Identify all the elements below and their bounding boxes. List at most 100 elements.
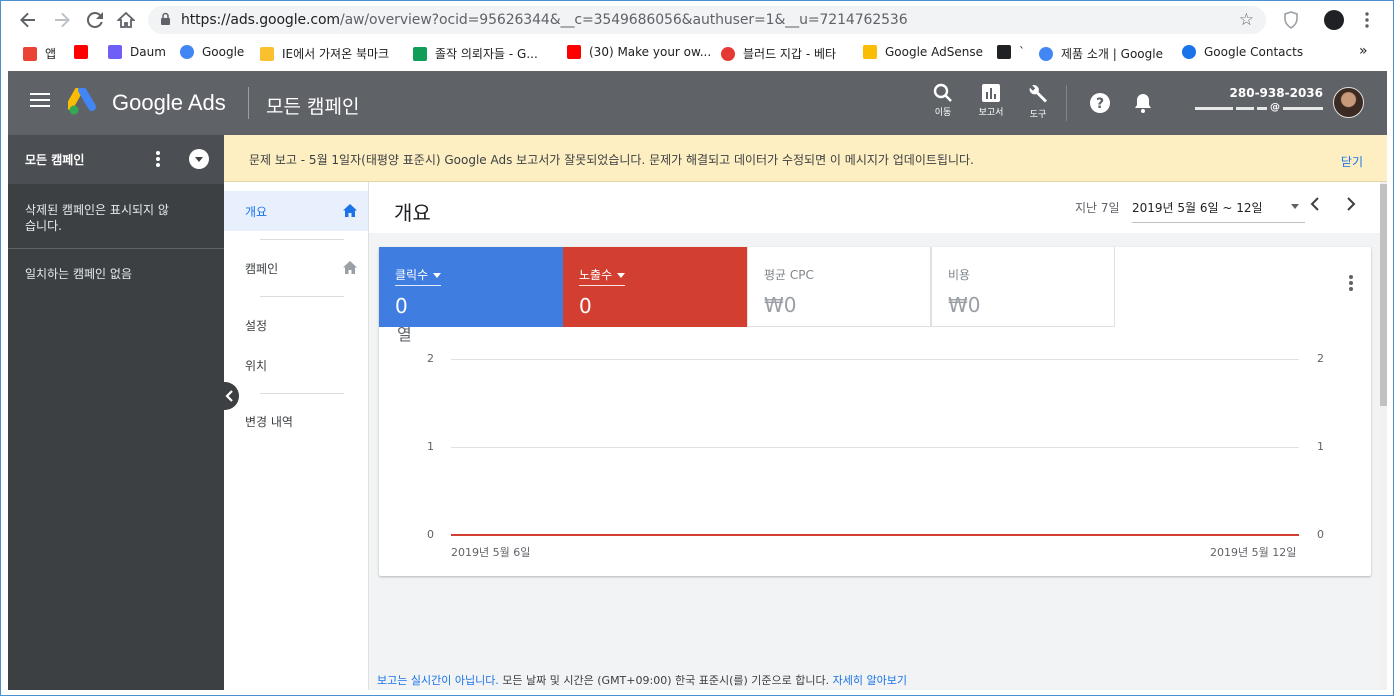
chevron-left-icon[interactable] xyxy=(1310,197,1320,211)
bookmark-item[interactable]: Google xyxy=(180,45,244,59)
metric-tile-clicks[interactable]: 클릭수 0 xyxy=(379,247,563,327)
address-bar-row: https://ads.google.com/aw/overview?ocid=… xyxy=(1,1,1393,38)
navigate-search-button[interactable]: 이동 xyxy=(923,83,963,118)
tool-label-tools: 도구 xyxy=(1029,110,1047,120)
y-tick-right: 1 xyxy=(1317,440,1324,453)
bookmark-label: IE에서 가져온 북마크 xyxy=(282,47,390,61)
url-path: /aw/overview?ocid=95626344&__c=354968605… xyxy=(339,12,908,28)
metric-value: ₩0 xyxy=(948,293,981,317)
reports-button[interactable]: 보고서 xyxy=(971,83,1011,118)
bookmark-item[interactable]: 앱 xyxy=(23,45,56,62)
home-button[interactable] xyxy=(115,9,137,31)
series-line-impressions xyxy=(451,534,1299,536)
nav-item-change-history[interactable]: 변경 내역 xyxy=(224,401,368,441)
hamburger-menu-icon[interactable] xyxy=(30,93,50,111)
bookmark-label: 졸작 의뢰자들 - G... xyxy=(435,47,538,61)
metric-label[interactable]: 클릭수 xyxy=(395,266,442,286)
scrollbar-thumb[interactable] xyxy=(1380,184,1387,406)
nav-item-settings[interactable]: 설정 xyxy=(224,305,368,345)
performance-card: 열 0 1 2 0 1 2 2019년 5월 6일 2019년 5월 12일 클릭수 0 노출… xyxy=(379,247,1371,576)
help-icon[interactable]: ? xyxy=(1089,92,1111,114)
bookmark-label: (30) Make your ow... xyxy=(589,45,712,59)
nav-divider xyxy=(260,296,344,297)
bookmark-item[interactable]: 제품 소개 | Google xyxy=(1039,45,1163,62)
bookmark-item[interactable]: IE에서 가져온 북마크 xyxy=(260,45,389,62)
browser-window: https://ads.google.com/aw/overview?ocid=… xyxy=(0,0,1394,696)
omnibox[interactable]: https://ads.google.com/aw/overview?ocid=… xyxy=(148,6,1266,34)
window-edge-right xyxy=(1387,71,1393,695)
gridline xyxy=(451,447,1299,448)
page-nav: 개요 캠페인 설정 위치 변경 내역 xyxy=(224,182,369,690)
banner-close-link[interactable]: 닫기 xyxy=(1341,153,1363,170)
bookmark-item[interactable] xyxy=(74,45,96,59)
bookmark-item[interactable]: (30) Make your ow... xyxy=(567,45,711,59)
profile-button[interactable] xyxy=(1323,9,1345,31)
reports-icon xyxy=(982,84,1000,102)
header-divider-2 xyxy=(1066,85,1067,121)
extension-shield-button[interactable] xyxy=(1280,9,1302,31)
nav-item-locations[interactable]: 위치 xyxy=(224,345,368,385)
nav-item-overview[interactable]: 개요 xyxy=(224,191,368,231)
metric-tile-avg-cpc[interactable]: 평균 CPC ₩0 xyxy=(747,247,931,327)
y-tick-right: 2 xyxy=(1317,352,1324,365)
metric-value: ₩0 xyxy=(764,293,797,317)
bookmark-label: Google Contacts xyxy=(1204,45,1304,59)
youtube-icon xyxy=(74,45,88,59)
metric-label: 비용 xyxy=(948,268,971,282)
metric-tile-impressions[interactable]: 노출수 0 xyxy=(563,247,747,327)
tool-label-reports: 보고서 xyxy=(978,108,1004,118)
back-button[interactable] xyxy=(17,9,39,31)
bookmark-label: 앱 xyxy=(45,47,57,61)
tool-label-navigate: 이동 xyxy=(934,108,952,118)
bookmark-item[interactable]: Google Contacts xyxy=(1182,45,1303,59)
home-icon xyxy=(343,204,357,217)
metric-label-text: 노출수 xyxy=(579,268,613,282)
realtime-note-link[interactable]: 보고는 실시간이 아닙니다. xyxy=(377,674,499,687)
avatar[interactable] xyxy=(1333,87,1364,118)
notifications-bell-icon[interactable] xyxy=(1133,92,1153,114)
y-tick-left: 0 xyxy=(427,528,434,541)
chevron-right-icon[interactable] xyxy=(1346,197,1356,211)
nav-item-label: 변경 내역 xyxy=(245,414,293,429)
bookmark-item[interactable]: 블러드 지갑 - 베타 xyxy=(721,45,836,62)
bookmark-item[interactable]: 졸작 의뢰자들 - G... xyxy=(413,45,538,62)
gridline xyxy=(451,359,1299,360)
google-icon xyxy=(180,45,194,59)
lock-icon xyxy=(161,12,170,25)
account-email-masked: @ xyxy=(1168,103,1323,113)
report-footer-note: 보고는 실시간이 아닙니다. 모든 날짜 및 시간은 (GMT+09:00) 한… xyxy=(377,672,907,688)
panel-divider xyxy=(8,248,224,249)
y-tick-left: 1 xyxy=(427,440,434,453)
brand-name: Google Ads xyxy=(112,90,226,115)
bookmark-item[interactable]: Google AdSense xyxy=(863,45,983,59)
home-icon xyxy=(343,261,357,274)
bookmark-item[interactable]: Daum xyxy=(108,45,166,59)
account-info[interactable]: 280-938-2036 @ xyxy=(1168,86,1323,113)
bookmark-star-icon[interactable]: ☆ xyxy=(1239,10,1254,30)
home-outline-icon xyxy=(117,11,135,28)
dots-icon xyxy=(997,45,1011,59)
forward-button[interactable] xyxy=(51,9,73,31)
scrollbar[interactable] xyxy=(1380,182,1387,690)
tools-button[interactable]: 도구 xyxy=(1018,83,1058,120)
nav-item-campaigns[interactable]: 캠페인 xyxy=(224,248,368,288)
bookmark-label: Daum xyxy=(130,45,166,59)
learn-more-link[interactable]: 자세히 알아보기 xyxy=(833,674,907,687)
dropdown-circle-icon[interactable] xyxy=(189,149,209,169)
metric-label: 평균 CPC xyxy=(764,268,814,282)
metric-label[interactable]: 노출수 xyxy=(579,266,626,286)
campaign-tree-panel: 모든 캠페인 삭제된 캠페인은 표시되지 않습니다. 일치하는 캠페인 없음 xyxy=(8,135,224,690)
metric-value: 0 xyxy=(579,294,592,318)
bookmarks-overflow-button[interactable]: » xyxy=(1359,43,1368,59)
more-vert-icon[interactable] xyxy=(1349,275,1353,293)
date-range-select[interactable]: 2019년 5월 6일 ~ 12일 xyxy=(1132,199,1305,223)
chrome-menu-button[interactable] xyxy=(1356,9,1378,31)
x-tick-start: 2019년 5월 6일 xyxy=(451,546,531,559)
caret-down-icon xyxy=(433,273,442,278)
metric-tile-cost[interactable]: 비용 ₩0 xyxy=(931,247,1115,327)
bookmark-item[interactable]: ` xyxy=(997,45,1025,59)
url-host: https://ads.google.com xyxy=(181,12,340,28)
more-vert-icon[interactable] xyxy=(156,151,160,169)
metric-label-text: 클릭수 xyxy=(395,268,429,282)
reload-button[interactable] xyxy=(84,9,106,31)
